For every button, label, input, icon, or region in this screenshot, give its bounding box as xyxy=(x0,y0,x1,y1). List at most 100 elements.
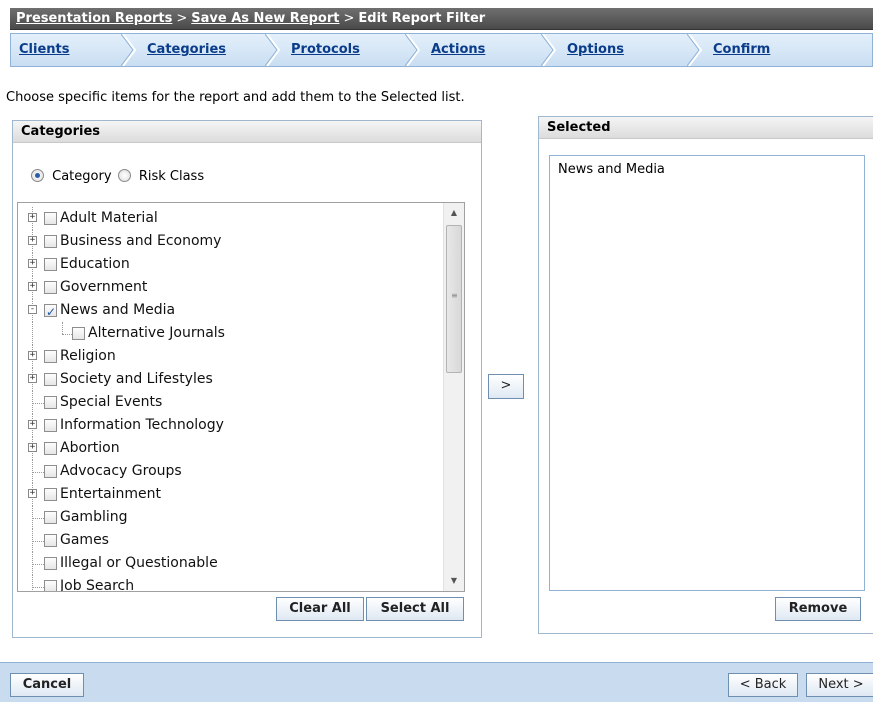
next-button[interactable]: Next > xyxy=(806,673,873,697)
step-clients[interactable]: Clients xyxy=(19,34,69,66)
category-checkbox[interactable] xyxy=(72,327,85,340)
category-checkbox[interactable] xyxy=(44,419,57,432)
tree-scrollbar[interactable]: ▲ ≡ ▼ xyxy=(443,203,464,591)
category-radio-label[interactable]: Category xyxy=(52,169,111,184)
tree-item[interactable]: + Education xyxy=(18,253,438,276)
tree-item[interactable]: + Adult Material xyxy=(18,207,438,230)
tree-item-label[interactable]: Government xyxy=(60,276,147,299)
tree-item[interactable]: + Religion xyxy=(18,345,438,368)
step-categories-link[interactable]: Categories xyxy=(147,42,226,57)
expand-icon[interactable]: + xyxy=(28,213,37,222)
category-checkbox[interactable] xyxy=(44,488,57,501)
category-checkbox[interactable] xyxy=(44,350,57,363)
expand-icon[interactable]: + xyxy=(28,259,37,268)
tree-item-label[interactable]: Education xyxy=(60,253,130,276)
cancel-button[interactable]: Cancel xyxy=(10,673,84,697)
risk-class-radio-label[interactable]: Risk Class xyxy=(139,169,204,184)
tree-item-label[interactable]: Alternative Journals xyxy=(88,322,225,345)
expand-icon[interactable]: + xyxy=(28,282,37,291)
tree-item-label[interactable]: Religion xyxy=(60,345,116,368)
tree-item[interactable]: + Entertainment xyxy=(18,483,438,506)
step-options[interactable]: Options xyxy=(567,34,624,66)
tree-item[interactable]: + Business and Economy xyxy=(18,230,438,253)
tree-item[interactable]: + Abortion xyxy=(18,437,438,460)
remove-button[interactable]: Remove xyxy=(775,597,861,621)
category-checkbox[interactable] xyxy=(44,235,57,248)
tree-item-label[interactable]: Entertainment xyxy=(60,483,161,506)
step-confirm-link[interactable]: Confirm xyxy=(713,42,770,57)
tree-item-label[interactable]: Abortion xyxy=(60,437,120,460)
expand-icon[interactable]: + xyxy=(28,420,37,429)
tree-item-label[interactable]: Special Events xyxy=(60,391,162,414)
tree-item[interactable]: - News and Media xyxy=(18,299,438,324)
step-protocols-link[interactable]: Protocols xyxy=(291,42,360,57)
tree-item[interactable]: Special Events xyxy=(18,391,438,414)
category-checkbox[interactable] xyxy=(44,442,57,455)
category-checkbox[interactable] xyxy=(44,373,57,386)
step-protocols[interactable]: Protocols xyxy=(291,34,360,66)
tree-item[interactable]: Gambling xyxy=(18,506,438,529)
step-confirm[interactable]: Confirm xyxy=(713,34,770,66)
expand-icon[interactable]: + xyxy=(28,443,37,452)
category-checkbox[interactable] xyxy=(44,557,57,570)
back-button[interactable]: < Back xyxy=(728,673,798,697)
category-radio[interactable] xyxy=(31,169,44,182)
category-checkbox[interactable] xyxy=(44,301,57,324)
category-checkbox[interactable] xyxy=(44,511,57,524)
tree-item[interactable]: Job Search xyxy=(18,575,438,591)
step-options-link[interactable]: Options xyxy=(567,42,624,57)
tree-item-label[interactable]: News and Media xyxy=(60,299,175,322)
tree-item-label[interactable]: Advocacy Groups xyxy=(60,460,182,483)
category-checkbox[interactable] xyxy=(44,281,57,294)
tree-item[interactable]: Alternative Journals xyxy=(18,322,438,345)
scroll-up-icon[interactable]: ▲ xyxy=(444,203,464,223)
wizard-footer: Cancel < Back Next > xyxy=(0,662,873,702)
category-checkbox[interactable] xyxy=(44,396,57,409)
selected-list[interactable]: News and Media xyxy=(549,155,865,591)
tree-item-label[interactable]: Illegal or Questionable xyxy=(60,552,218,575)
filter-type-radio-group: Category Risk Class xyxy=(31,169,204,184)
step-actions-link[interactable]: Actions xyxy=(431,42,485,57)
scrollbar-thumb[interactable]: ≡ xyxy=(446,225,462,373)
clear-all-button[interactable]: Clear All xyxy=(276,597,364,621)
tree-item-label[interactable]: Games xyxy=(60,529,109,552)
select-all-button[interactable]: Select All xyxy=(366,597,464,621)
add-to-selected-button[interactable]: > xyxy=(488,374,524,399)
step-categories[interactable]: Categories xyxy=(147,34,226,66)
tree-item[interactable]: Illegal or Questionable xyxy=(18,552,438,575)
tree-item[interactable]: + Information Technology xyxy=(18,414,438,437)
expand-icon[interactable]: + xyxy=(28,236,37,245)
category-checkbox[interactable] xyxy=(44,534,57,547)
tree-item-label[interactable]: Society and Lifestyles xyxy=(60,368,213,391)
category-checkbox[interactable] xyxy=(44,212,57,225)
category-tree[interactable]: + Adult Material + Business and Economy + Edu… xyxy=(17,202,465,592)
expand-icon[interactable]: + xyxy=(28,374,37,383)
category-checkbox[interactable] xyxy=(44,258,57,271)
tree-item[interactable]: + Society and Lifestyles xyxy=(18,368,438,391)
tree-item-label[interactable]: Information Technology xyxy=(60,414,224,437)
expand-icon[interactable]: + xyxy=(28,489,37,498)
tree-connector xyxy=(62,322,63,334)
category-checkbox[interactable] xyxy=(44,580,57,591)
selected-list-item[interactable]: News and Media xyxy=(558,162,856,177)
risk-class-radio[interactable] xyxy=(117,169,131,182)
tree-item-label[interactable]: Adult Material xyxy=(60,207,158,230)
tree-connector xyxy=(32,403,44,404)
instruction-text: Choose specific items for the report and… xyxy=(6,90,465,105)
step-actions[interactable]: Actions xyxy=(431,34,485,66)
tree-item-label[interactable]: Gambling xyxy=(60,506,128,529)
collapse-icon[interactable]: - xyxy=(28,305,37,314)
tree-item[interactable]: Advocacy Groups xyxy=(18,460,438,483)
expand-icon[interactable]: + xyxy=(28,351,37,360)
scroll-down-icon[interactable]: ▼ xyxy=(444,571,464,591)
step-clients-link[interactable]: Clients xyxy=(19,42,69,57)
breadcrumb-presentation-reports[interactable]: Presentation Reports xyxy=(16,11,172,26)
tree-connector xyxy=(32,322,33,345)
breadcrumb-save-as-new-report[interactable]: Save As New Report xyxy=(191,11,339,26)
category-checkbox[interactable] xyxy=(44,465,57,478)
wizard-steps: Clients Categories Protocols Actions Opt… xyxy=(10,33,873,67)
tree-item-label[interactable]: Business and Economy xyxy=(60,230,221,253)
tree-item[interactable]: + Government xyxy=(18,276,438,299)
tree-item-label[interactable]: Job Search xyxy=(60,575,134,591)
tree-item[interactable]: Games xyxy=(18,529,438,552)
